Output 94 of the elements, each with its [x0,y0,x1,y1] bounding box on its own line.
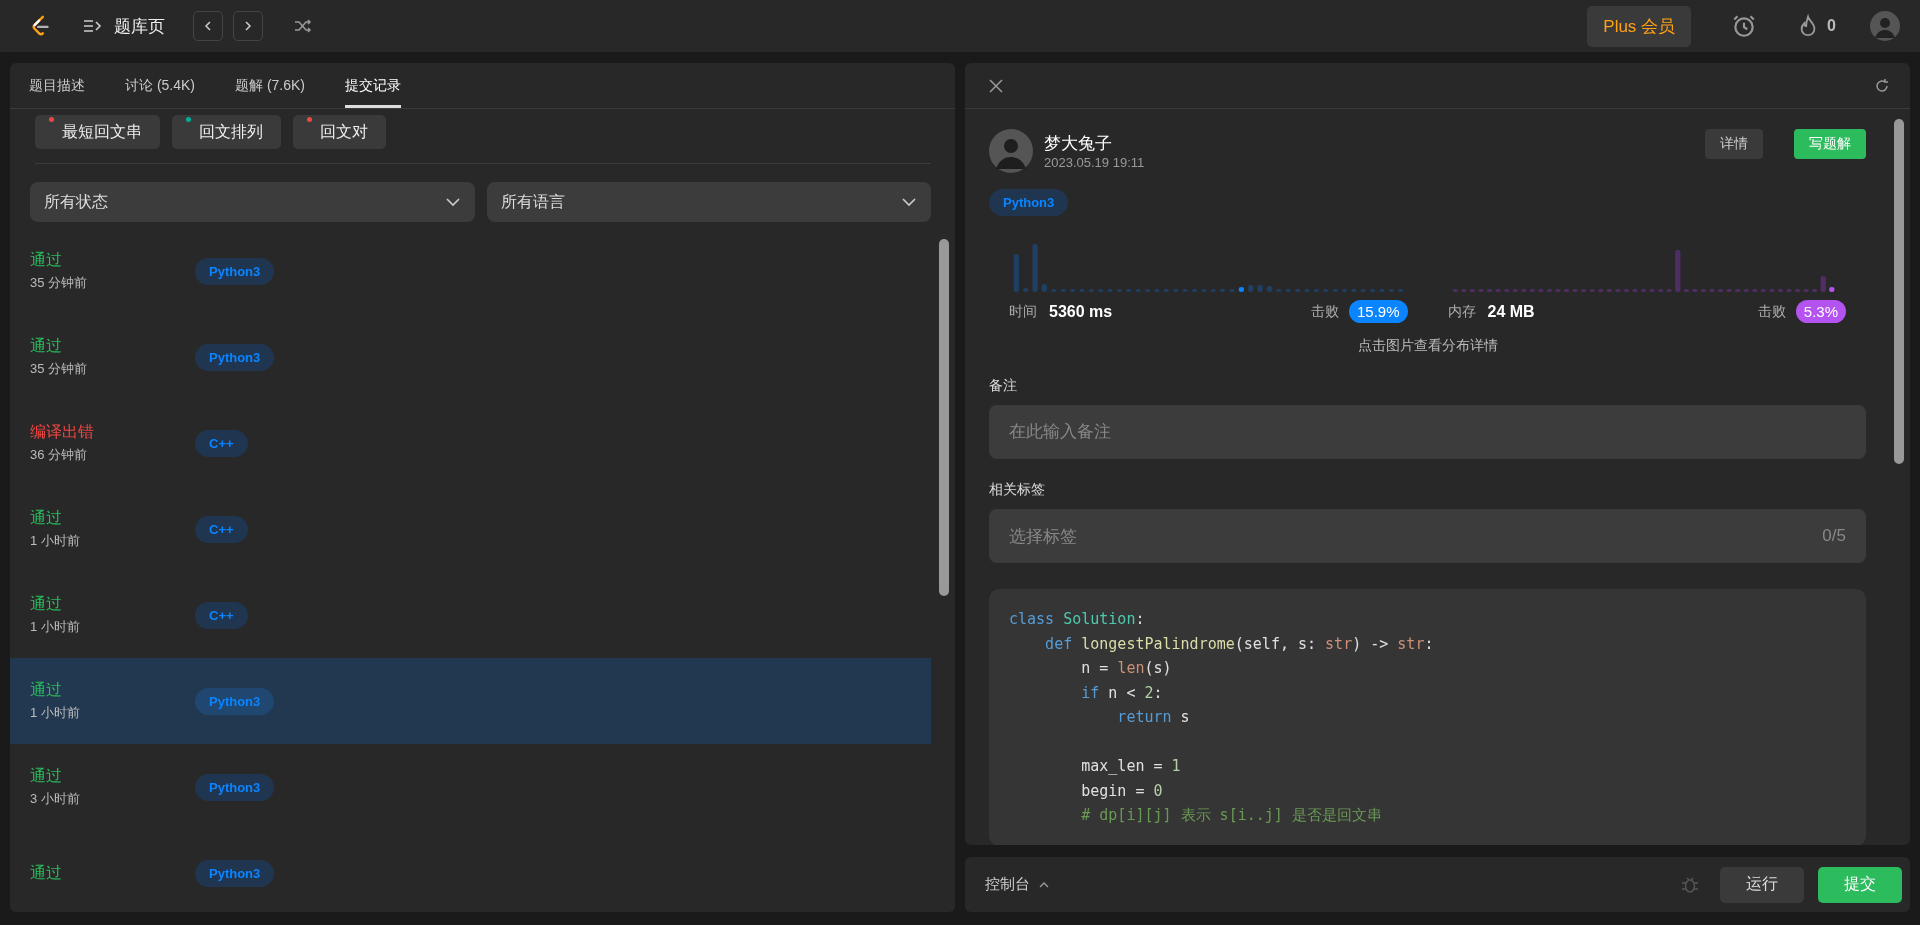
language-tag: Python3 [989,189,1069,216]
tab[interactable]: 题目描述 [29,63,85,108]
note-input-field[interactable]: 在此输入备注 [989,405,1866,459]
submission-status[interactable]: 通过 [30,680,195,701]
tab[interactable]: 提交记录 [345,63,402,108]
tag-count: 0/5 [1822,526,1846,546]
submission-row[interactable]: 通过 1 小时前 Python3 [10,658,931,744]
next-button[interactable] [233,11,263,41]
submission-row[interactable]: 编译出错 36 分钟前 C++ [10,400,931,486]
code-token: class [1009,610,1056,628]
code-token: 2 [1144,683,1154,702]
placeholder-text: 选择标签 [1009,525,1077,548]
code-token: : [1153,683,1163,702]
code-token: str [1325,634,1353,653]
submission-date: 2023.05.19 19:11 [1044,155,1145,170]
submission-status[interactable]: 通过 [30,594,195,615]
run-button[interactable]: 运行 [1720,866,1804,903]
chart-hint[interactable]: 点击图片查看分布详情 [989,337,1866,355]
code-token: n < [1107,683,1137,702]
code-token: (self, s: [1234,634,1318,653]
code-token: ) -> [1352,634,1390,653]
submission-time: 36 分钟前 [30,446,89,464]
submission-time: 1 小时前 [30,618,81,636]
submission-time: 35 分钟前 [30,274,89,292]
submission-time: 1 小时前 [30,704,81,722]
code-token: : [1135,610,1145,628]
submission-row[interactable]: 通过 35 分钟前 Python3 [10,228,931,314]
related-problem-tag[interactable]: 回文排列 [172,115,281,149]
submission-status[interactable]: 通过 [30,250,195,271]
plus-member-button[interactable]: Plus 会员 [1587,5,1692,47]
stat-value: 5360 ms [1049,302,1113,321]
beat-label: 击败 [1310,302,1339,321]
page-title[interactable]: 题库页 [114,14,165,38]
submission-row[interactable]: 通过 3 小时前 Python3 [10,744,931,830]
language-tag: Python3 [195,773,275,801]
submission-status[interactable]: 通过 [30,862,195,884]
submission-time: 1 小时前 [30,532,81,550]
beat-percentage: 5.3% [1795,300,1846,323]
language-tag: Python3 [195,257,275,285]
code-token: n = [1080,659,1110,677]
language-tag: C++ [195,429,248,457]
submission-row[interactable]: 通过 1 小时前 C++ [10,486,931,572]
language-tag: Python3 [195,859,275,887]
console-toggle[interactable]: 控制台 [985,875,1050,894]
details-button[interactable]: 详情 [1705,129,1763,159]
submission-row[interactable]: 通过 35 分钟前 Python3 [10,314,931,400]
previous-button[interactable] [193,11,223,41]
filter-dropdown[interactable]: 所有语言 [486,182,931,222]
language-tag: C++ [195,601,248,629]
submission-status[interactable]: 通过 [30,336,195,357]
code-token: 1 [1171,757,1181,775]
code-token: (s) [1144,659,1172,677]
beat-label: 击败 [1757,302,1786,321]
chevron-left-icon [202,20,214,32]
submission-time: 3 小时前 [30,790,81,808]
submission-status[interactable]: 通过 [30,766,195,787]
beat-percentage: 15.9% [1348,300,1408,323]
user-name: 梦大兔子 [1044,133,1113,155]
code-token: str [1397,634,1425,653]
related-problem-tag[interactable]: 回文对 [293,115,386,149]
code-token: s [1179,708,1190,726]
code-token: : [1424,634,1434,653]
language-tag: Python3 [195,343,275,371]
code-token: max_len = [1080,757,1164,775]
streak-count: 0 [1827,17,1836,35]
language-tag: C++ [195,515,248,543]
submission-time: 35 分钟前 [30,360,89,378]
stat-label: 内存 [1447,302,1476,321]
avatar-icon [989,129,1033,173]
chevron-right-icon [242,20,254,32]
submission-row[interactable]: 通过 1 小时前 C++ [10,572,931,658]
stat-value: 24 MB [1487,302,1535,321]
code-token: # dp[i][j] 表示 s[i..j] 是否是回文串 [1080,806,1382,824]
code-token: Solution [1063,610,1136,628]
language-tag: Python3 [195,687,275,715]
code-token: len [1117,659,1145,677]
tab[interactable]: 讨论 (5.4K) [125,63,195,108]
close-icon[interactable] [989,78,1003,93]
code-token: return [1116,708,1172,726]
code-token: longestPalindrome [1081,634,1235,653]
code-token: def [1044,634,1074,653]
code-token: begin = [1080,781,1146,800]
filter-dropdown[interactable]: 所有状态 [30,182,475,222]
code-token: if [1080,683,1100,702]
field-label: 备注 [989,377,1018,395]
tab[interactable]: 题解 (7.6K) [235,63,306,108]
stat-label: 时间 [1009,302,1037,321]
submission-status[interactable]: 编译出错 [30,422,195,443]
submission-row[interactable]: 通过 Python3 [10,830,931,912]
related-problem-tag[interactable]: 最短回文串 [35,115,160,149]
refresh-icon[interactable] [1874,77,1890,94]
code-token: 0 [1153,781,1163,800]
field-label: 相关标签 [989,481,1046,499]
submission-status[interactable]: 通过 [30,508,195,529]
